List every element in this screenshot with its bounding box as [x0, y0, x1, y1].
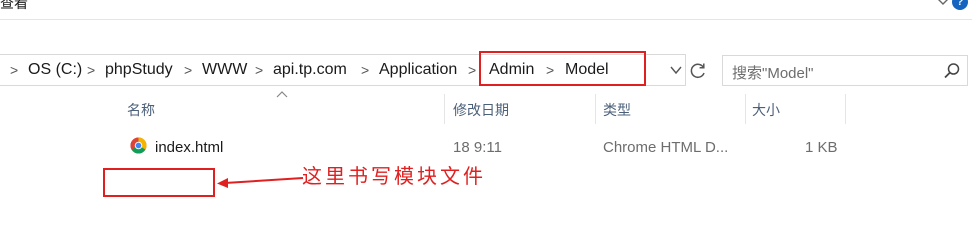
breadcrumb-phpstudy[interactable]: phpStudy	[105, 61, 173, 79]
file-name[interactable]: index.html	[155, 139, 223, 156]
breadcrumb-separator[interactable]: >	[468, 62, 476, 78]
breadcrumb-os-c[interactable]: OS (C:)	[28, 61, 82, 79]
column-header-name[interactable]: 名称	[127, 100, 155, 120]
breadcrumb-separator[interactable]: >	[361, 62, 369, 78]
address-history-chevron-icon[interactable]	[670, 65, 682, 75]
search-input[interactable]: 搜索"Model"	[722, 55, 968, 86]
column-divider[interactable]	[845, 94, 846, 124]
sort-ascending-icon[interactable]	[276, 90, 288, 98]
breadcrumb-www[interactable]: WWW	[202, 61, 247, 79]
breadcrumb-application[interactable]: Application	[379, 61, 457, 79]
ribbon-tab-view[interactable]: 查看	[0, 0, 28, 13]
annotation-arrow-icon	[217, 177, 304, 188]
file-modified: 18 9:11	[453, 139, 502, 156]
breadcrumb-separator[interactable]: >	[184, 62, 192, 78]
column-header-size[interactable]: 大小	[752, 100, 780, 120]
breadcrumb-separator[interactable]: >	[87, 62, 95, 78]
file-type: Chrome HTML D...	[603, 139, 729, 156]
refresh-icon[interactable]	[688, 61, 708, 81]
column-header-modified[interactable]: 修改日期	[453, 100, 509, 120]
column-header-type[interactable]: 类型	[603, 100, 631, 120]
search-icon[interactable]	[943, 62, 961, 80]
column-divider[interactable]	[745, 94, 746, 124]
help-icon[interactable]: ?	[952, 0, 968, 10]
annotation-placeholder-box	[103, 168, 215, 197]
ribbon-divider	[0, 19, 972, 20]
column-divider[interactable]	[444, 94, 445, 124]
chrome-icon	[130, 137, 147, 154]
breadcrumb-separator[interactable]: >	[255, 62, 263, 78]
annotation-note: 这里书写模块文件	[302, 164, 486, 188]
file-size: 1 KB	[805, 139, 838, 156]
annotation-highlight-box	[479, 51, 646, 86]
breadcrumb-separator[interactable]: >	[10, 62, 18, 78]
search-placeholder: 搜索"Model"	[732, 65, 814, 82]
breadcrumb-api-tp-com[interactable]: api.tp.com	[273, 61, 347, 79]
ribbon-collapse-chevron-icon[interactable]	[936, 0, 950, 6]
column-divider[interactable]	[595, 94, 596, 124]
